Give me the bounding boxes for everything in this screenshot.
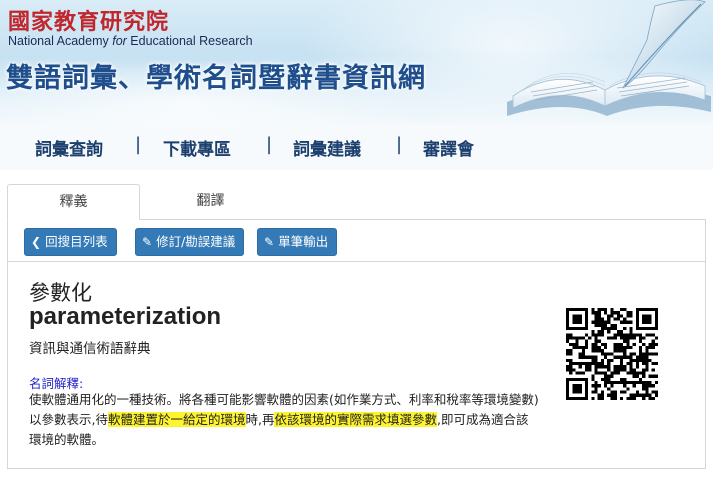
- term-english: parameterization: [29, 303, 222, 330]
- suggest-correction-button[interactable]: ✎ 修訂/勘誤建議: [135, 228, 245, 256]
- pencil-icon: ✎: [142, 235, 153, 249]
- pencil-icon: ✎: [264, 235, 275, 249]
- tab-definition[interactable]: 釋義: [7, 184, 140, 220]
- nav-review-committee[interactable]: 審譯會: [423, 135, 474, 160]
- tab-translation[interactable]: 翻譯: [144, 184, 277, 220]
- org-en-prefix: National Academy: [8, 34, 113, 48]
- back-button-label: 回搜目列表: [45, 234, 108, 249]
- header-banner: 國家教育研究院 National Academy for Educational…: [0, 0, 713, 125]
- main-nav: 詞彙查詢 | 下載專區 | 詞彙建議 | 審譯會: [0, 125, 713, 170]
- nav-separator: |: [266, 134, 273, 155]
- nav-download[interactable]: 下載專區: [163, 135, 231, 160]
- export-single-button[interactable]: ✎ 單筆輸出: [257, 228, 338, 256]
- definition-highlight: 軟體建置於一給定的環境: [107, 412, 246, 427]
- content-tabs: 釋義 翻譯: [0, 184, 713, 220]
- definition-highlight: 依該環境的實際需求填選參數: [274, 412, 437, 427]
- definition-text: 使軟體通用化的一種技術。將各種可能影響軟體的因素(如作業方式、利率和稅率等環境變…: [29, 390, 539, 450]
- export-button-label: 單筆輸出: [278, 234, 329, 249]
- correction-button-label: 修訂/勘誤建議: [156, 234, 236, 249]
- nav-term-search[interactable]: 詞彙查詢: [35, 135, 103, 160]
- org-en-italic: for: [112, 34, 127, 48]
- nav-separator: |: [135, 134, 142, 155]
- qr-code: [566, 308, 658, 400]
- org-logo-text[interactable]: 國家教育研究院: [8, 4, 169, 36]
- chevron-left-icon: ❮: [31, 235, 42, 249]
- org-en-suffix: Educational Research: [126, 34, 253, 48]
- nav-separator: |: [396, 134, 403, 155]
- entry-toolbar: ❮ 回搜目列表 ✎ 修訂/勘誤建議 ✎ 單筆輸出: [8, 220, 705, 262]
- term-source: 資訊與通信術語辭典: [29, 341, 151, 357]
- nav-term-suggestion[interactable]: 詞彙建議: [293, 135, 361, 160]
- definition-part: 時,再: [245, 412, 275, 427]
- entry-panel: ❮ 回搜目列表 ✎ 修訂/勘誤建議 ✎ 單筆輸出 參數化 parameterizati…: [7, 219, 706, 469]
- org-english-name: National Academy for Educational Researc…: [8, 34, 253, 48]
- back-to-list-button[interactable]: ❮ 回搜目列表: [24, 228, 117, 256]
- book-quill-illustration: [507, 0, 711, 116]
- site-title[interactable]: 雙語詞彙、學術名詞暨辭書資訊網: [6, 56, 426, 95]
